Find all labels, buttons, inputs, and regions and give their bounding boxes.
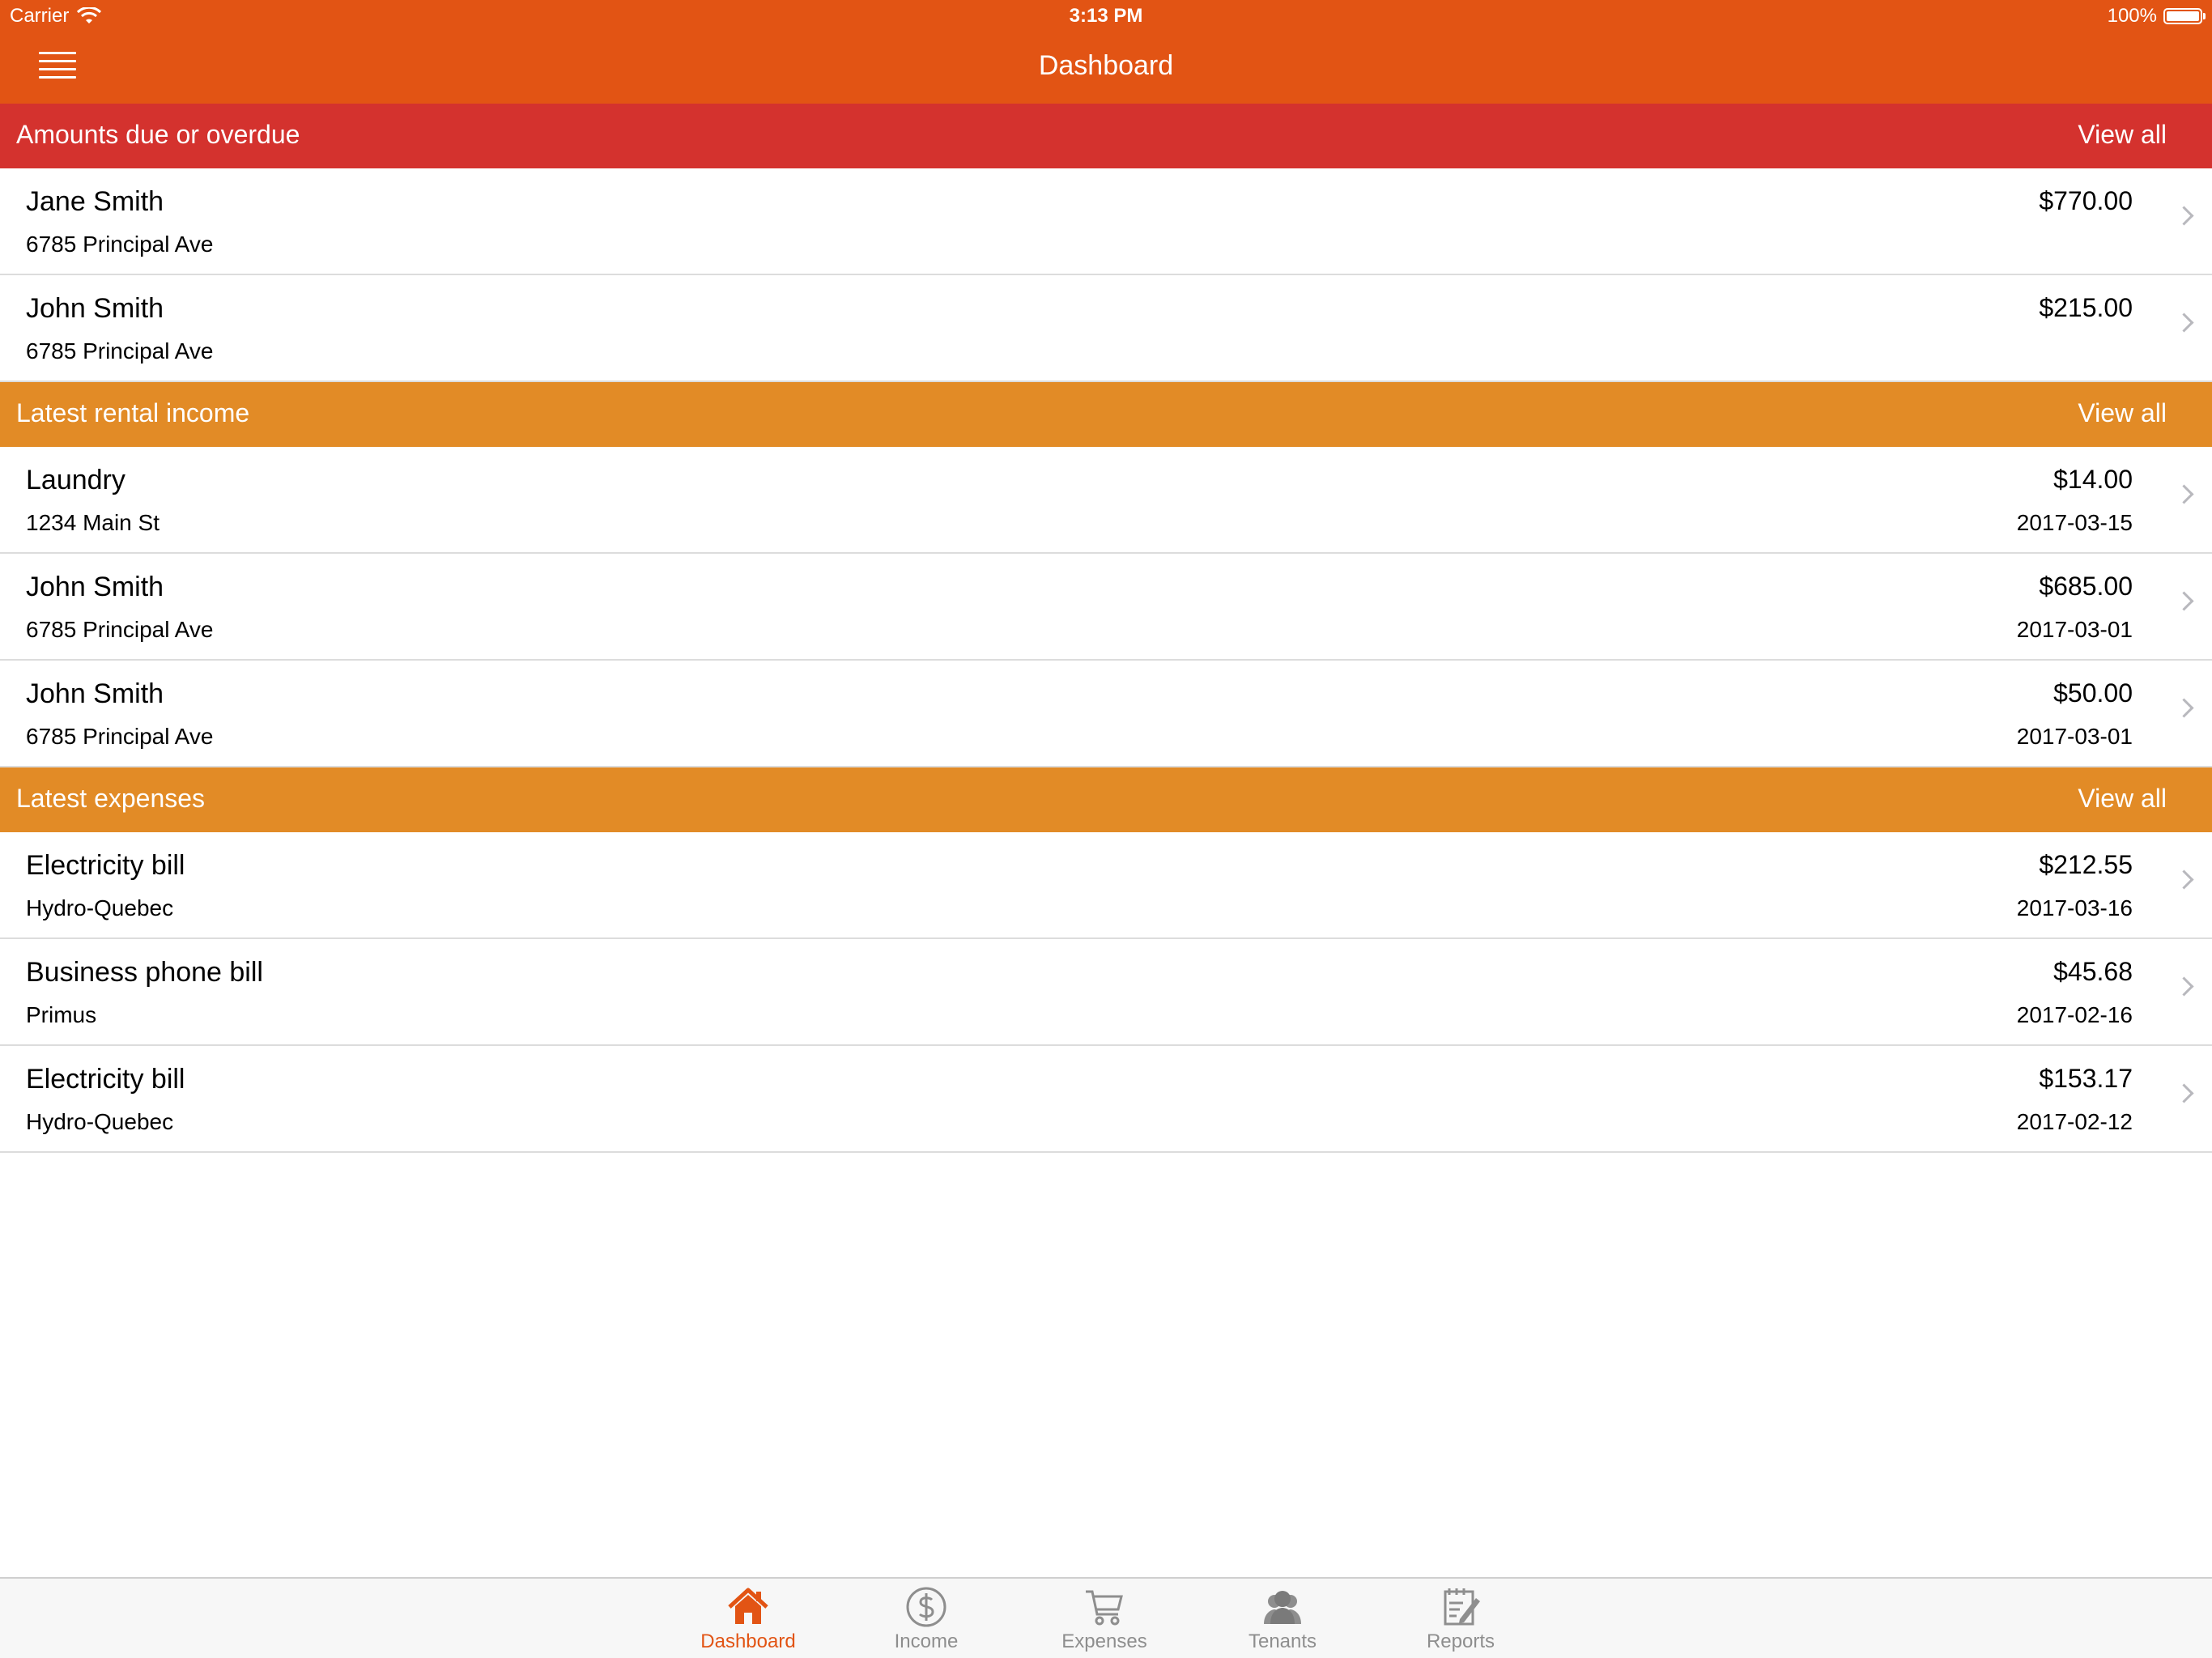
item-amount: $215.00 bbox=[2039, 293, 2133, 322]
battery-indicator: 100% bbox=[2107, 5, 2206, 28]
battery-icon bbox=[2163, 8, 2206, 24]
item-amount: $14.00 bbox=[2053, 465, 2133, 494]
view-all-expenses-button[interactable]: View all bbox=[2078, 784, 2167, 814]
tab-tenants[interactable]: Tenants bbox=[1210, 1585, 1355, 1658]
chevron-right-icon bbox=[2174, 206, 2194, 226]
item-amount: $685.00 bbox=[2039, 572, 2133, 601]
item-payee: Hydro-Quebec bbox=[26, 1109, 174, 1134]
page-title: Dashboard bbox=[1038, 50, 1174, 81]
chevron-right-icon bbox=[2174, 312, 2194, 333]
section-title-due: Amounts due or overdue bbox=[16, 120, 300, 149]
item-date: 2017-02-16 bbox=[2016, 1002, 2133, 1027]
tab-reports[interactable]: Reports bbox=[1388, 1585, 1534, 1658]
item-amount: $50.00 bbox=[2053, 678, 2133, 708]
navigation-bar: Dashboard bbox=[0, 32, 2212, 104]
status-bar: Carrier 3:13 PM 100% bbox=[0, 0, 2212, 32]
dollar-circle-icon bbox=[906, 1587, 946, 1627]
item-amount: $770.00 bbox=[2039, 186, 2133, 215]
shopping-cart-icon bbox=[1086, 1590, 1123, 1626]
item-date: 2017-03-01 bbox=[2016, 617, 2133, 642]
item-address: 6785 Principal Ave bbox=[26, 232, 214, 257]
list-item[interactable]: Business phone bill Primus $45.68 2017-0… bbox=[0, 939, 2212, 1046]
item-name: John Smith bbox=[26, 678, 164, 709]
chevron-right-icon bbox=[2174, 869, 2194, 890]
tab-label-tenants: Tenants bbox=[1248, 1630, 1317, 1652]
tab-income[interactable]: Income bbox=[853, 1585, 999, 1658]
chevron-right-icon bbox=[2174, 976, 2194, 997]
section-title-income: Latest rental income bbox=[16, 398, 250, 427]
item-amount: $45.68 bbox=[2053, 957, 2133, 986]
report-edit-icon bbox=[1444, 1588, 1480, 1626]
tab-label-income: Income bbox=[894, 1630, 959, 1652]
item-date: 2017-03-16 bbox=[2016, 895, 2133, 920]
item-name: Electricity bill bbox=[26, 850, 185, 881]
chevron-right-icon bbox=[2174, 698, 2194, 718]
item-date: 2017-03-15 bbox=[2016, 510, 2133, 535]
list-item[interactable]: John Smith 6785 Principal Ave $685.00 20… bbox=[0, 554, 2212, 661]
chevron-right-icon bbox=[2174, 591, 2194, 611]
tab-expenses[interactable]: Expenses bbox=[1032, 1585, 1177, 1658]
item-payee: Primus bbox=[26, 1002, 97, 1027]
item-name: Business phone bill bbox=[26, 957, 263, 988]
chevron-right-icon bbox=[2174, 1083, 2194, 1103]
tab-dashboard[interactable]: Dashboard bbox=[675, 1585, 821, 1658]
item-name: John Smith bbox=[26, 293, 164, 324]
people-icon bbox=[1264, 1591, 1301, 1624]
item-address: 6785 Principal Ave bbox=[26, 617, 214, 642]
item-date: 2017-03-01 bbox=[2016, 724, 2133, 749]
tab-label-dashboard: Dashboard bbox=[700, 1630, 796, 1652]
tab-label-reports: Reports bbox=[1426, 1630, 1495, 1652]
list-item[interactable]: Electricity bill Hydro-Quebec $212.55 20… bbox=[0, 832, 2212, 939]
view-all-due-button[interactable]: View all bbox=[2078, 120, 2167, 150]
item-payee: Hydro-Quebec bbox=[26, 895, 174, 920]
top-bar: Carrier 3:13 PM 100% Dashboard bbox=[0, 0, 2212, 104]
section-header-income: Latest rental income View all bbox=[0, 382, 2212, 447]
list-item[interactable]: Jane Smith 6785 Principal Ave $770.00 bbox=[0, 168, 2212, 275]
item-address: 6785 Principal Ave bbox=[26, 338, 214, 363]
status-time: 3:13 PM bbox=[1069, 5, 1143, 27]
battery-label: 100% bbox=[2107, 5, 2157, 27]
section-header-due: Amounts due or overdue View all bbox=[0, 104, 2212, 168]
list-item[interactable]: Laundry 1234 Main St $14.00 2017-03-15 bbox=[0, 447, 2212, 554]
item-name: Jane Smith bbox=[26, 186, 164, 217]
item-date: 2017-02-12 bbox=[2016, 1109, 2133, 1134]
home-icon bbox=[728, 1588, 768, 1624]
item-name: John Smith bbox=[26, 572, 164, 602]
list-item[interactable]: Electricity bill Hydro-Quebec $153.17 20… bbox=[0, 1046, 2212, 1153]
tab-label-expenses: Expenses bbox=[1061, 1630, 1147, 1652]
section-title-expenses: Latest expenses bbox=[16, 784, 206, 813]
item-address: 1234 Main St bbox=[26, 510, 160, 535]
item-address: 6785 Principal Ave bbox=[26, 724, 214, 749]
item-amount: $153.17 bbox=[2039, 1064, 2133, 1093]
item-name: Laundry bbox=[26, 465, 125, 495]
chevron-right-icon bbox=[2174, 484, 2194, 504]
view-all-income-button[interactable]: View all bbox=[2078, 398, 2167, 428]
item-amount: $212.55 bbox=[2039, 850, 2133, 879]
list-item[interactable]: John Smith 6785 Principal Ave $215.00 bbox=[0, 275, 2212, 382]
list-item[interactable]: John Smith 6785 Principal Ave $50.00 201… bbox=[0, 661, 2212, 767]
tab-bar: Dashboard Income Expenses Tenants Report… bbox=[0, 1577, 2212, 1658]
section-header-expenses: Latest expenses View all bbox=[0, 767, 2212, 832]
item-name: Electricity bill bbox=[26, 1064, 185, 1095]
